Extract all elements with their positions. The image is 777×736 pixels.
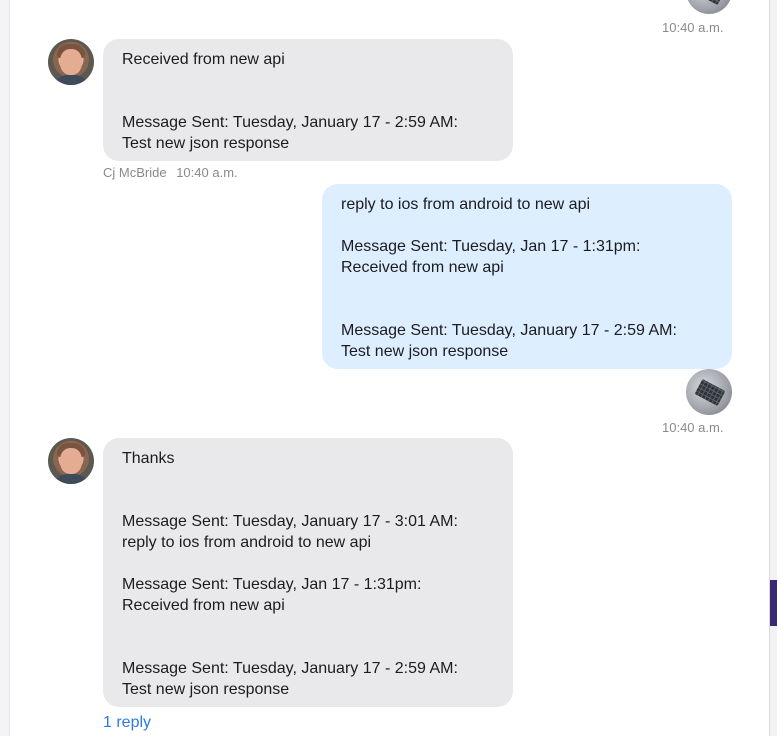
sender-avatar[interactable] — [686, 369, 732, 415]
right-panel-edge — [769, 0, 777, 736]
cj-mcbride-avatar[interactable] — [48, 39, 94, 85]
message-meta: Cj McBride 10:40 a.m. — [103, 165, 238, 180]
cj-mcbride-avatar[interactable] — [48, 438, 94, 484]
sender-avatar[interactable] — [686, 0, 732, 14]
incoming-message-bubble[interactable]: Received from new api Message Sent: Tues… — [103, 39, 513, 161]
left-panel-edge — [0, 0, 10, 736]
message-timestamp: 10:40 a.m. — [176, 165, 238, 180]
thread-reply-link[interactable]: 1 reply — [103, 714, 151, 732]
outgoing-message-bubble[interactable]: reply to ios from android to new api Mes… — [322, 184, 732, 369]
message-timestamp: 10:40 a.m. — [662, 420, 724, 435]
right-edge-accent — [770, 580, 777, 626]
incoming-message-bubble[interactable]: Thanks Message Sent: Tuesday, January 17… — [103, 438, 513, 707]
sender-name[interactable]: Cj McBride — [103, 165, 167, 180]
message-timestamp: 10:40 a.m. — [662, 20, 724, 35]
